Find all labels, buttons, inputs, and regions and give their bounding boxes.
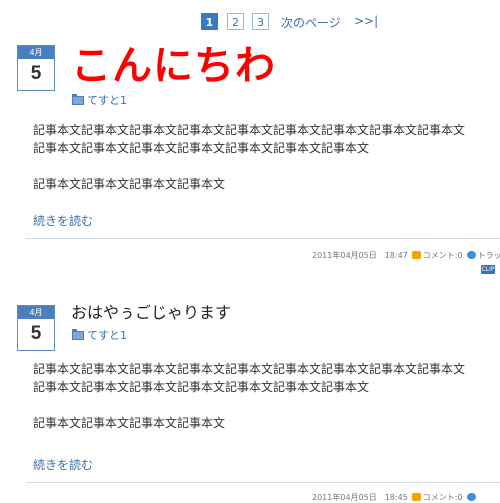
comment-link[interactable]: コメント:0 bbox=[423, 251, 463, 260]
post-divider bbox=[26, 482, 500, 483]
post-body-line: 記事本文記事本文記事本文記事本文記事本文記事本文記事本文記事本文記事本文 bbox=[33, 123, 466, 137]
read-more-link[interactable]: 続きを読む bbox=[33, 212, 93, 229]
post-footer: 2011年04月05日 18:47 コメント:0 トラッ bbox=[312, 250, 500, 261]
comment-link[interactable]: コメント:0 bbox=[423, 493, 463, 502]
post-title[interactable]: おはやぅごじゃります bbox=[71, 302, 231, 324]
folder-icon bbox=[72, 94, 84, 105]
post-datetime: 2011年04月05日 18:47 bbox=[312, 251, 408, 260]
post-body-line: 記事本文記事本文記事本文記事本文記事本文記事本文記事本文 bbox=[33, 141, 370, 155]
last-page-link[interactable]: >>| bbox=[354, 14, 378, 28]
clip-icon[interactable]: CLIP bbox=[481, 265, 495, 274]
post-day: 5 bbox=[30, 323, 42, 344]
post-datetime: 2011年04月05日 18:45 bbox=[312, 493, 408, 502]
post-body-line bbox=[33, 396, 465, 414]
page-link-1[interactable]: 1 bbox=[201, 13, 218, 30]
post-title[interactable]: こんにちわ bbox=[71, 42, 276, 90]
post-body-line: 記事本文記事本文記事本文記事本文記事本文記事本文記事本文 bbox=[33, 380, 370, 394]
post-month: 4月 bbox=[18, 46, 54, 59]
post-divider bbox=[26, 238, 500, 239]
post-date-badge: 4月 5 bbox=[17, 305, 55, 351]
page-link-3[interactable]: 3 bbox=[252, 13, 269, 30]
post-category-link[interactable]: てすと1 bbox=[72, 327, 127, 343]
post-body-line bbox=[33, 157, 465, 175]
trackback-icon bbox=[466, 493, 476, 501]
post-body: 記事本文記事本文記事本文記事本文記事本文記事本文記事本文記事本文記事本文 記事本… bbox=[33, 360, 465, 432]
post-category-link[interactable]: てすと1 bbox=[72, 92, 127, 108]
post-month: 4月 bbox=[18, 306, 54, 319]
post-body-line: 記事本文記事本文記事本文記事本文 bbox=[33, 416, 226, 430]
next-page-link[interactable]: 次のページ bbox=[281, 14, 341, 31]
post-day: 5 bbox=[30, 63, 42, 84]
post-category-label: てすと1 bbox=[87, 329, 127, 342]
trackback-icon bbox=[466, 251, 476, 259]
comment-icon bbox=[411, 251, 421, 259]
read-more-link[interactable]: 続きを読む bbox=[33, 456, 93, 473]
page-link-2[interactable]: 2 bbox=[227, 13, 244, 30]
folder-icon bbox=[72, 329, 84, 340]
post-body-line: 記事本文記事本文記事本文記事本文記事本文記事本文記事本文記事本文記事本文 bbox=[33, 362, 466, 376]
comment-icon bbox=[411, 493, 421, 501]
post-category-label: てすと1 bbox=[87, 94, 127, 107]
post-body-line: 記事本文記事本文記事本文記事本文 bbox=[33, 177, 226, 191]
post-footer: 2011年04月05日 18:45 コメント:0 bbox=[312, 492, 478, 503]
post-body: 記事本文記事本文記事本文記事本文記事本文記事本文記事本文記事本文記事本文 記事本… bbox=[33, 121, 465, 193]
trackback-link[interactable]: トラッ bbox=[478, 251, 500, 260]
post-date-badge: 4月 5 bbox=[17, 45, 55, 91]
